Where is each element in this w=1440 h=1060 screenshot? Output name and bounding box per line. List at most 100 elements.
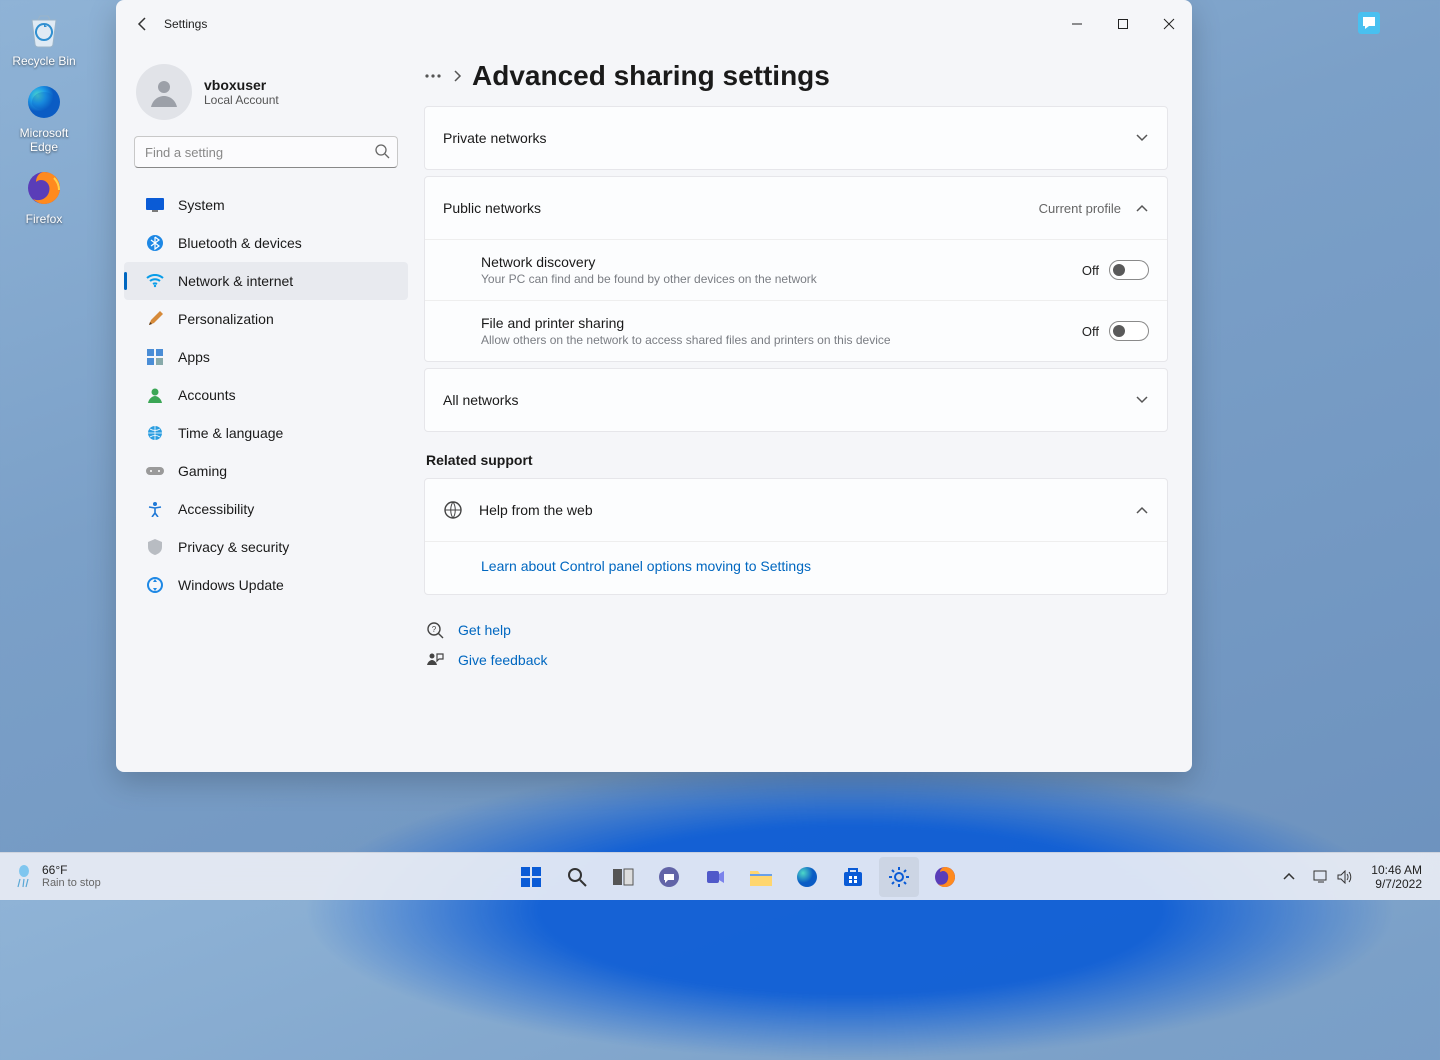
nav-item-gaming[interactable]: Gaming <box>124 452 408 490</box>
network-tray-icon <box>1313 870 1329 884</box>
user-name: vboxuser <box>204 77 279 93</box>
network-discovery-toggle[interactable] <box>1109 260 1149 280</box>
nav-item-system[interactable]: System <box>124 186 408 224</box>
toggle-state-label: Off <box>1082 324 1099 339</box>
user-block[interactable]: vboxuser Local Account <box>116 56 416 136</box>
update-icon <box>146 576 164 594</box>
get-help-link[interactable]: Get help <box>458 622 511 638</box>
nav-item-privacy[interactable]: Privacy & security <box>124 528 408 566</box>
person-icon <box>146 386 164 404</box>
store-button[interactable] <box>833 857 873 897</box>
expander-private[interactable]: Private networks <box>425 107 1167 169</box>
breadcrumb-more-icon[interactable] <box>424 73 442 79</box>
nav-item-network[interactable]: Network & internet <box>124 262 408 300</box>
nav-item-accessibility[interactable]: Accessibility <box>124 490 408 528</box>
task-view-button[interactable] <box>603 857 643 897</box>
explorer-button[interactable] <box>741 857 781 897</box>
row-desc: Allow others on the network to access sh… <box>481 333 891 347</box>
sidebar: vboxuser Local Account System Bluetooth … <box>116 48 416 772</box>
nav-label: Bluetooth & devices <box>178 235 302 251</box>
nav-item-personalization[interactable]: Personalization <box>124 300 408 338</box>
globe-help-icon <box>443 500 463 520</box>
brush-icon <box>146 310 164 328</box>
settings-taskbar-button[interactable] <box>879 857 919 897</box>
row-network-discovery: Network discovery Your PC can find and b… <box>425 240 1167 300</box>
help-icon: ? <box>426 621 444 639</box>
chevron-right-icon <box>452 69 462 83</box>
clock[interactable]: 10:46 AM 9/7/2022 <box>1363 863 1430 891</box>
desktop-icon-label: Firefox <box>4 212 84 226</box>
avatar <box>136 64 192 120</box>
bluetooth-icon <box>146 234 164 252</box>
svg-text:?: ? <box>432 625 437 634</box>
back-button[interactable] <box>134 15 152 33</box>
firefox-icon <box>22 166 66 210</box>
nav-label: Windows Update <box>178 577 284 593</box>
page-title: Advanced sharing settings <box>472 60 830 92</box>
nav-label: System <box>178 197 225 213</box>
minimize-button[interactable] <box>1054 0 1100 48</box>
weather-temp: 66°F <box>42 864 101 877</box>
help-link-control-panel[interactable]: Learn about Control panel options moving… <box>481 558 811 574</box>
clock-date: 9/7/2022 <box>1371 877 1422 891</box>
desktop-icon-firefox[interactable]: Firefox <box>4 166 84 226</box>
wifi-icon <box>146 272 164 290</box>
expander-all[interactable]: All networks <box>425 369 1167 431</box>
nav-label: Privacy & security <box>178 539 289 555</box>
nav-item-windows-update[interactable]: Windows Update <box>124 566 408 604</box>
breadcrumb: Advanced sharing settings <box>424 60 1168 92</box>
teams-button[interactable] <box>695 857 735 897</box>
get-help-link-row: ? Get help <box>424 621 1168 639</box>
tray-overflow[interactable] <box>1275 857 1303 897</box>
globe-clock-icon <box>146 424 164 442</box>
section-public-networks: Public networks Current profile Network … <box>424 176 1168 362</box>
nav-item-apps[interactable]: Apps <box>124 338 408 376</box>
titlebar: Settings <box>116 0 1192 48</box>
tray-network-volume[interactable] <box>1305 857 1361 897</box>
row-file-printer-sharing: File and printer sharing Allow others on… <box>425 300 1167 361</box>
maximize-button[interactable] <box>1100 0 1146 48</box>
expander-public[interactable]: Public networks Current profile <box>425 177 1167 239</box>
section-private-networks: Private networks <box>424 106 1168 170</box>
taskbar: 66°F Rain to stop 10:46 AM 9/7/2022 <box>0 852 1440 900</box>
edge-taskbar-button[interactable] <box>787 857 827 897</box>
weather-widget[interactable]: 66°F Rain to stop <box>0 863 200 891</box>
volume-tray-icon <box>1337 870 1353 884</box>
nav-item-time[interactable]: Time & language <box>124 414 408 452</box>
main-content: Advanced sharing settings Private networ… <box>416 48 1192 772</box>
user-type: Local Account <box>204 93 279 107</box>
nav: System Bluetooth & devices Network & int… <box>116 180 416 604</box>
wallpaper-swirl <box>300 760 1400 1060</box>
chevron-up-icon <box>1135 505 1149 515</box>
help-from-web-card: Help from the web Learn about Control pa… <box>424 478 1168 595</box>
start-button[interactable] <box>511 857 551 897</box>
current-profile-badge: Current profile <box>1039 201 1121 216</box>
nav-item-accounts[interactable]: Accounts <box>124 376 408 414</box>
taskbar-center <box>200 857 1275 897</box>
row-title: File and printer sharing <box>481 315 891 331</box>
chat-button[interactable] <box>649 857 689 897</box>
taskbar-right: 10:46 AM 9/7/2022 <box>1275 857 1440 897</box>
nav-label: Accessibility <box>178 501 254 517</box>
give-feedback-link[interactable]: Give feedback <box>458 652 548 668</box>
desktop-icon-edge[interactable]: Microsoft Edge <box>4 80 84 154</box>
settings-window: Settings vboxuser Local Account <box>116 0 1192 772</box>
nav-label: Apps <box>178 349 210 365</box>
accessibility-icon <box>146 500 164 518</box>
system-icon <box>146 196 164 214</box>
search-input[interactable] <box>134 136 398 168</box>
desktop-icon-recycle-bin[interactable]: Recycle Bin <box>4 8 84 68</box>
weather-icon <box>14 863 34 891</box>
file-printer-sharing-toggle[interactable] <box>1109 321 1149 341</box>
section-all-networks: All networks <box>424 368 1168 432</box>
nav-item-bluetooth[interactable]: Bluetooth & devices <box>124 224 408 262</box>
related-support-heading: Related support <box>426 452 1168 468</box>
notification-badge-icon[interactable] <box>1358 12 1380 34</box>
close-button[interactable] <box>1146 0 1192 48</box>
clock-time: 10:46 AM <box>1371 863 1422 877</box>
search-button[interactable] <box>557 857 597 897</box>
desktop: Recycle Bin Microsoft Edge Firefox <box>0 0 100 238</box>
firefox-taskbar-button[interactable] <box>925 857 965 897</box>
apps-icon <box>146 348 164 366</box>
help-expander[interactable]: Help from the web <box>425 479 1167 541</box>
